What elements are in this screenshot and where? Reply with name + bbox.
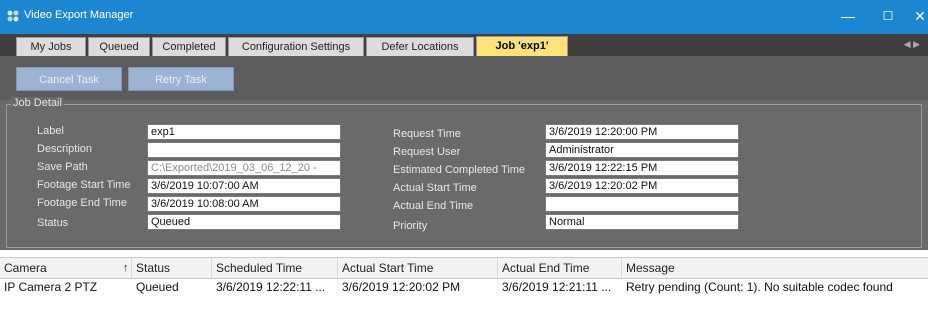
- actual-start-field[interactable]: 3/6/2019 12:20:02 PM: [545, 178, 739, 194]
- priority-field[interactable]: Normal: [545, 214, 739, 230]
- footage-start-label: Footage Start Time: [37, 179, 131, 191]
- request-user-label: Request User: [393, 146, 461, 158]
- estimated-completed-field[interactable]: 3/6/2019 12:22:15 PM: [545, 160, 739, 176]
- window-title: Video Export Manager: [24, 9, 134, 21]
- footage-start-field[interactable]: 3/6/2019 10:07:00 AM: [147, 178, 341, 194]
- close-button[interactable]: ✕: [900, 4, 928, 28]
- title-bar: Video Export Manager — ☐ ✕: [0, 0, 928, 34]
- tab-job-exp1[interactable]: Job 'exp1': [476, 36, 568, 56]
- column-header-status[interactable]: ↑ Status: [123, 258, 212, 278]
- tab-queued[interactable]: Queued: [88, 37, 150, 56]
- save-path-label: Save Path: [37, 161, 88, 173]
- retry-task-button[interactable]: Retry Task: [128, 67, 234, 91]
- request-user-field[interactable]: Administrator: [545, 142, 739, 158]
- footage-end-field[interactable]: 3/6/2019 10:08:00 AM: [147, 196, 341, 212]
- job-detail-group: Job Detail Label exp1 Description Save P…: [6, 97, 922, 248]
- label-field[interactable]: exp1: [147, 124, 341, 140]
- workspace: My Jobs Queued Completed Configuration S…: [0, 34, 928, 250]
- cell-status: Queued: [136, 280, 179, 294]
- tab-completed[interactable]: Completed: [152, 37, 226, 56]
- tasks-grid: Camera ↑ Status Scheduled Time Actual St…: [0, 250, 928, 312]
- cell-actual-start-time: 3/6/2019 12:20:02 PM: [342, 280, 461, 294]
- column-header-actual-start-time[interactable]: Actual Start Time: [338, 258, 498, 278]
- cell-message: Retry pending (Count: 1). No suitable co…: [626, 280, 893, 294]
- tab-defer-locations[interactable]: Defer Locations: [366, 37, 474, 56]
- table-row[interactable]: IP Camera 2 PTZ Queued 3/6/2019 12:22:11…: [0, 278, 928, 296]
- grid-header: Camera ↑ Status Scheduled Time Actual St…: [0, 257, 928, 279]
- cell-camera: IP Camera 2 PTZ: [4, 280, 98, 294]
- minimize-button[interactable]: —: [828, 4, 868, 28]
- column-header-camera[interactable]: Camera: [0, 258, 132, 278]
- cell-scheduled-time: 3/6/2019 12:22:11 ...: [216, 280, 326, 294]
- actual-end-field[interactable]: [545, 196, 739, 212]
- status-label: Status: [37, 217, 69, 229]
- request-time-field[interactable]: 3/6/2019 12:20:00 PM: [545, 124, 739, 140]
- column-header-message[interactable]: Message: [622, 258, 928, 278]
- cell-actual-end-time: 3/6/2019 12:21:11 ...: [502, 280, 612, 294]
- app-logo-icon: [7, 10, 19, 22]
- column-header-status-label: Status: [136, 261, 171, 275]
- job-detail-title: Job Detail: [11, 97, 64, 109]
- save-path-field[interactable]: C:\Exported\2019_03_06_12_20 -: [147, 160, 341, 176]
- column-header-scheduled-time[interactable]: Scheduled Time: [212, 258, 338, 278]
- estimated-completed-label: Estimated Completed Time: [393, 164, 526, 176]
- sort-ascending-icon: ↑: [123, 262, 129, 274]
- label-label: Label: [37, 125, 64, 137]
- tab-configuration-settings[interactable]: Configuration Settings: [228, 37, 364, 56]
- actual-start-label: Actual Start Time: [393, 182, 477, 194]
- column-header-camera-label: Camera: [4, 261, 47, 275]
- priority-label: Priority: [393, 220, 428, 232]
- tab-my-jobs[interactable]: My Jobs: [16, 37, 86, 56]
- request-time-label: Request Time: [393, 128, 461, 140]
- description-field[interactable]: [147, 142, 341, 158]
- column-header-actual-end-time[interactable]: Actual End Time: [498, 258, 622, 278]
- status-field[interactable]: Queued: [147, 214, 341, 230]
- tab-strip: My Jobs Queued Completed Configuration S…: [0, 34, 928, 56]
- toolbar: Cancel Task Retry Task: [0, 56, 928, 100]
- actual-end-label: Actual End Time: [393, 200, 474, 212]
- description-label: Description: [37, 143, 93, 155]
- cancel-task-button[interactable]: Cancel Task: [16, 67, 122, 91]
- tab-scroll-arrows-icon[interactable]: ◀ ▶: [904, 39, 920, 50]
- footage-end-label: Footage End Time: [37, 197, 127, 209]
